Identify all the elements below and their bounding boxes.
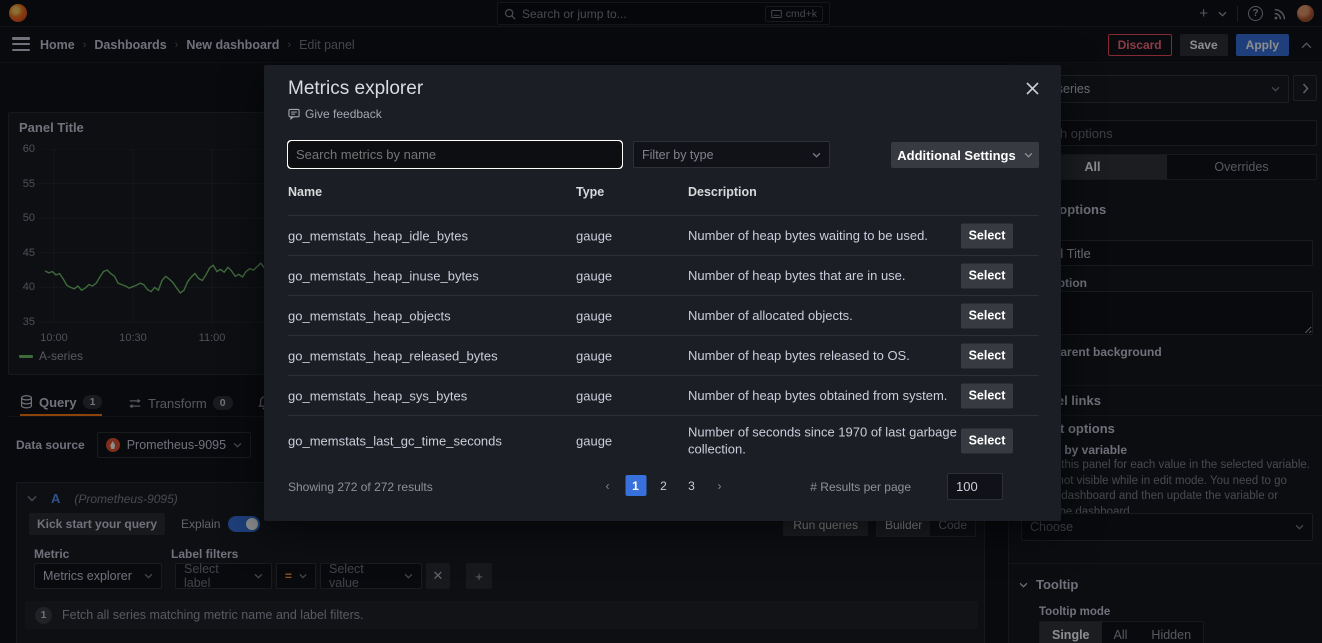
metrics-search-input[interactable] — [288, 141, 622, 168]
select-metric-button[interactable]: Select — [961, 263, 1013, 288]
metric-description: Number of heap bytes waiting to be used. — [688, 227, 958, 245]
metric-name: go_memstats_last_gc_time_seconds — [288, 433, 502, 448]
metrics-table-body: go_memstats_heap_idle_bytesgaugeNumber o… — [288, 215, 1039, 465]
metric-type: gauge — [576, 228, 612, 243]
select-metric-button[interactable]: Select — [961, 383, 1013, 408]
results-per-page-label: # Results per page — [810, 480, 911, 494]
metric-type: gauge — [576, 308, 612, 323]
next-page-button[interactable]: › — [709, 475, 730, 496]
comment-icon — [288, 108, 300, 120]
metric-description: Number of heap bytes that are in use. — [688, 267, 958, 285]
close-icon[interactable] — [1023, 79, 1041, 97]
metric-type: gauge — [576, 268, 612, 283]
column-type: Type — [576, 185, 604, 199]
page-button-1[interactable]: 1 — [625, 475, 646, 496]
chevron-down-icon — [1024, 152, 1033, 158]
give-feedback-link[interactable]: Give feedback — [288, 107, 382, 121]
modal-title: Metrics explorer — [288, 78, 423, 100]
metric-type: gauge — [576, 433, 612, 448]
metric-type: gauge — [576, 388, 612, 403]
results-per-page-input[interactable] — [947, 473, 1003, 500]
select-metric-button[interactable]: Select — [961, 428, 1013, 453]
metric-name: go_memstats_heap_idle_bytes — [288, 228, 468, 243]
metric-row-go_memstats_last_gc_time_seconds: go_memstats_last_gc_time_seconds gauge Num… — [288, 415, 1039, 465]
metric-type: gauge — [576, 348, 612, 363]
metric-name: go_memstats_heap_inuse_bytes — [288, 268, 479, 283]
column-name: Name — [288, 185, 322, 199]
pagination: ‹ 123 › — [597, 475, 730, 496]
metric-description: Number of allocated objects. — [688, 307, 958, 325]
metric-row-go_memstats_heap_objects: go_memstats_heap_objects gauge Number of a… — [288, 295, 1039, 335]
filter-by-type-select[interactable]: Filter by type — [633, 141, 830, 168]
column-description: Description — [688, 185, 757, 199]
metrics-table-header: Name Type Description — [288, 185, 1039, 211]
metrics-explorer-modal: Metrics explorer Give feedback Filter by… — [264, 65, 1061, 521]
metric-description: Number of heap bytes released to OS. — [688, 347, 958, 365]
chevron-down-icon — [812, 152, 821, 158]
modal-footer: Showing 272 of 272 results ‹ 123 › # Resul… — [288, 473, 1039, 503]
previous-page-button[interactable]: ‹ — [597, 475, 618, 496]
metric-row-go_memstats_heap_released_bytes: go_memstats_heap_released_bytes gauge Numb… — [288, 335, 1039, 375]
page-button-2[interactable]: 2 — [653, 475, 674, 496]
select-metric-button[interactable]: Select — [961, 343, 1013, 368]
select-metric-button[interactable]: Select — [961, 303, 1013, 328]
metric-description: Number of heap bytes obtained from syste… — [688, 387, 958, 405]
metric-description: Number of seconds since 1970 of last gar… — [688, 423, 958, 458]
page-button-3[interactable]: 3 — [681, 475, 702, 496]
metric-row-go_memstats_heap_idle_bytes: go_memstats_heap_idle_bytes gauge Number o… — [288, 215, 1039, 255]
metric-row-go_memstats_heap_sys_bytes: go_memstats_heap_sys_bytes gauge Number of… — [288, 375, 1039, 415]
metric-row-go_memstats_heap_inuse_bytes: go_memstats_heap_inuse_bytes gauge Number … — [288, 255, 1039, 295]
metric-name: go_memstats_heap_released_bytes — [288, 348, 498, 363]
select-metric-button[interactable]: Select — [961, 223, 1013, 248]
additional-settings-button[interactable]: Additional Settings — [891, 142, 1039, 168]
metric-name: go_memstats_heap_sys_bytes — [288, 388, 467, 403]
metric-name: go_memstats_heap_objects — [288, 308, 451, 323]
grafana-app: Search or jump to... cmd+k + ? Home›Dash… — [0, 0, 1322, 643]
results-summary: Showing 272 of 272 results — [288, 480, 433, 494]
